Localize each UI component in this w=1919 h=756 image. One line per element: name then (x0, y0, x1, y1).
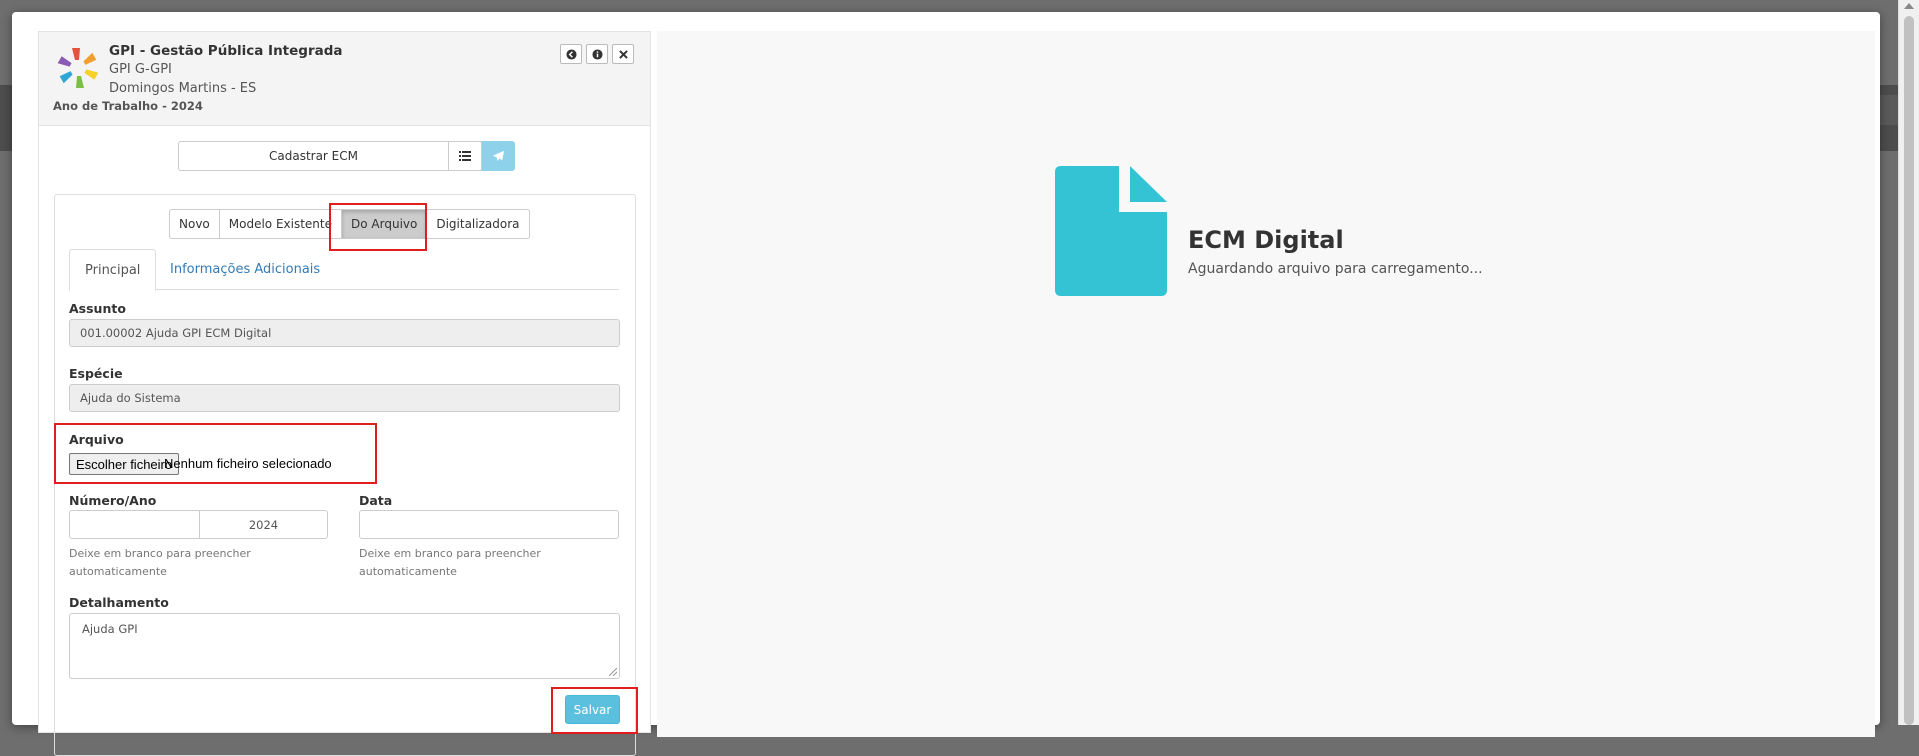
page-scrollbar[interactable] (1898, 0, 1919, 725)
municipality: Domingos Martins - ES (109, 81, 257, 96)
source-selector: Novo Modelo Existente Do Arquivo Digital… (169, 209, 530, 239)
preview-title: ECM Digital (1188, 226, 1344, 254)
form-panel: GPI - Gestão Pública Integrada GPI G-GPI… (38, 31, 651, 756)
close-button[interactable] (612, 44, 634, 64)
scrollbar-thumb[interactable] (1904, 16, 1914, 725)
save-button[interactable]: Salvar (565, 695, 620, 724)
scroll-up-icon[interactable] (1904, 3, 1914, 9)
choose-file-button[interactable]: Escolher ficheiro (69, 453, 180, 475)
especie-field[interactable]: Ajuda do Sistema (69, 384, 620, 412)
arquivo-label: Arquivo (69, 432, 124, 447)
detalhamento-label: Detalhamento (69, 595, 169, 610)
list-button[interactable] (449, 141, 482, 171)
numero-ano-label: Número/Ano (69, 493, 157, 508)
numero-help-text: Deixe em branco para preencher automatic… (69, 547, 251, 578)
especie-label: Espécie (69, 366, 123, 381)
file-status: Nenhum ficheiro selecionado (164, 456, 332, 471)
option-novo[interactable]: Novo (169, 209, 220, 239)
info-circle-icon (591, 48, 603, 60)
work-year: Ano de Trabalho - 2024 (53, 99, 203, 113)
preview-panel: ECM Digital Aguardando arquivo para carr… (657, 31, 1875, 737)
paper-plane-icon (492, 150, 505, 161)
tab-informacoes-adicionais[interactable]: Informações Adicionais (155, 249, 335, 289)
form-tabs: Principal Informações Adicionais (69, 249, 619, 291)
option-modelo-existente[interactable]: Modelo Existente (219, 209, 343, 239)
list-icon (459, 151, 471, 161)
app-subtitle: GPI G-GPI (109, 62, 172, 77)
cadastrar-ecm-button[interactable]: Cadastrar ECM (178, 141, 449, 171)
action-toolbar: Cadastrar ECM (178, 141, 515, 171)
numero-input[interactable] (69, 510, 200, 539)
detalhamento-textarea[interactable]: Ajuda GPI (69, 613, 620, 679)
preview-subtitle: Aguardando arquivo para carregamento... (1188, 261, 1483, 277)
header-buttons (560, 44, 634, 64)
app-title: GPI - Gestão Pública Integrada (109, 43, 343, 59)
tab-principal[interactable]: Principal (69, 249, 157, 291)
detalhamento-text: Ajuda GPI (82, 622, 138, 636)
option-digitalizadora[interactable]: Digitalizadora (427, 209, 530, 239)
gpi-logo-icon (57, 48, 99, 88)
file-icon (1055, 166, 1167, 296)
close-icon (618, 49, 628, 59)
data-label: Data (359, 493, 393, 508)
panel-header: GPI - Gestão Pública Integrada GPI G-GPI… (39, 32, 650, 126)
data-help-text: Deixe em branco para preencher automatic… (359, 547, 541, 578)
assunto-field[interactable]: 001.00002 Ajuda GPI ECM Digital (69, 319, 620, 347)
data-input[interactable] (359, 510, 619, 539)
option-do-arquivo[interactable]: Do Arquivo (342, 209, 428, 239)
ecm-modal: GPI - Gestão Pública Integrada GPI G-GPI… (12, 12, 1880, 756)
assunto-label: Assunto (69, 301, 126, 316)
info-button[interactable] (586, 44, 608, 64)
resize-handle-icon[interactable] (609, 668, 617, 676)
form-box: Novo Modelo Existente Do Arquivo Digital… (54, 194, 636, 756)
send-button[interactable] (482, 141, 515, 171)
arrow-circle-left-icon (565, 48, 577, 60)
back-button[interactable] (560, 44, 582, 64)
ano-input[interactable]: 2024 (199, 510, 328, 539)
